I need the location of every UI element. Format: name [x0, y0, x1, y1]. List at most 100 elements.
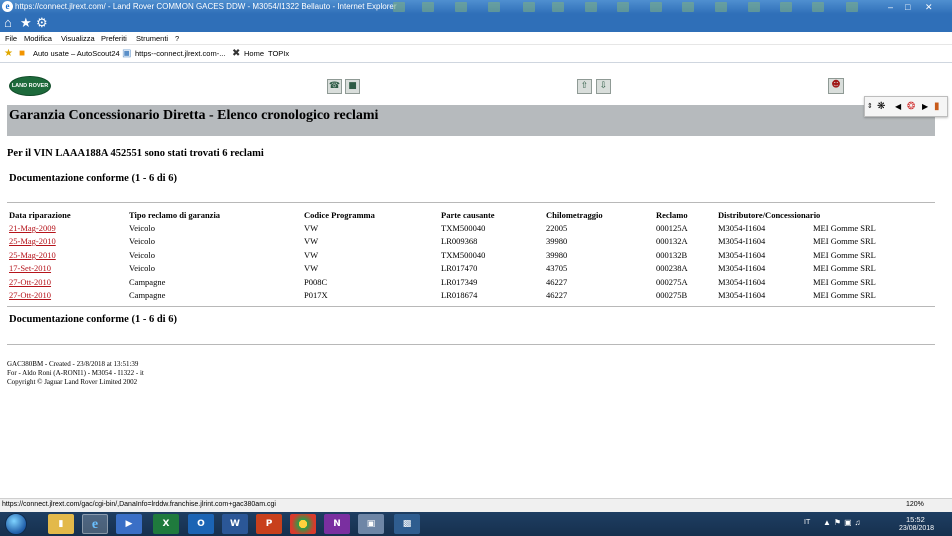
network-app-icon[interactable]: ▩ [394, 514, 420, 534]
mileage: 46227 [546, 290, 568, 300]
causal-part: LR017470 [441, 263, 478, 273]
media-player-icon[interactable]: ▶ [116, 514, 142, 534]
system-tray-icons[interactable]: ▲⚑▣♫ [823, 518, 864, 527]
tab-ghost-icon [715, 2, 727, 12]
causal-part: TXM500040 [441, 250, 486, 260]
excel-icon[interactable]: X [153, 514, 179, 534]
close-icon[interactable]: ✕ [925, 2, 933, 12]
causal-part: LR017349 [441, 277, 478, 287]
favorite-home[interactable]: Home [244, 49, 264, 58]
expand-icon[interactable]: ⇕ [867, 100, 873, 113]
favorites-star-icon[interactable]: ★ [20, 15, 32, 31]
maximize-icon[interactable]: □ [905, 2, 910, 12]
autoscout-icon: ■ [19, 48, 26, 59]
claim-number: 000125A [656, 223, 688, 233]
vin-summary: Per il VIN LAAA188A 452551 sono stati tr… [7, 148, 264, 159]
building-icon[interactable]: ■ [345, 79, 360, 94]
tab-ghost-icon [682, 2, 694, 12]
dealer-name: MEI Gomme SRL [813, 263, 876, 273]
repair-date-link[interactable]: 27-Ott-2010 [9, 277, 51, 287]
mileage: 39980 [546, 250, 568, 260]
outlook-icon[interactable]: O [188, 514, 214, 534]
language-indicator[interactable]: IT [804, 519, 810, 526]
column-header-distributor: Distributore/Concessionario [718, 210, 821, 220]
dealer-name: MEI Gomme SRL [813, 290, 876, 300]
claim-type: Veicolo [129, 236, 155, 246]
zoom-level[interactable]: 120% [906, 501, 924, 508]
settings-gear-icon[interactable]: ⚙ [36, 15, 48, 31]
favorite-autoscout[interactable]: Auto usate – AutoScout24 [33, 49, 120, 58]
claim-number: 000238A [656, 263, 688, 273]
causal-part: LR018674 [441, 290, 478, 300]
minimize-icon[interactable]: – [888, 2, 893, 12]
repair-date-link[interactable]: 25-Mag-2010 [9, 236, 56, 246]
floating-toolbar: ⇕ ❋ ◀ ❂ ▶ ▮ [864, 96, 948, 117]
internet-explorer-taskbar-icon[interactable]: e [82, 514, 108, 534]
onenote-icon[interactable]: N [324, 514, 350, 534]
distributor-code: M3054-I1604 [718, 250, 766, 260]
window-icon[interactable]: ▣ [358, 514, 384, 534]
dealer-name: MEI Gomme SRL [813, 223, 876, 233]
menu-help[interactable]: ? [175, 34, 179, 43]
repair-date-link[interactable]: 17-Set-2010 [9, 263, 51, 273]
exit-door-icon[interactable]: ▮ [934, 100, 940, 113]
favorites-add-icon[interactable]: ★ [4, 48, 13, 59]
menu-strumenti[interactable]: Strumenti [136, 34, 168, 43]
menu-file[interactable]: File [5, 34, 17, 43]
column-header-km: Chilometraggio [546, 210, 603, 220]
start-button[interactable] [5, 513, 27, 535]
menu-visualizza[interactable]: Visualizza [61, 34, 95, 43]
favorite-topix[interactable]: TOPIx [268, 49, 289, 58]
documentation-footer: Documentazione conforme (1 - 6 di 6) [9, 314, 177, 325]
claim-type: Veicolo [129, 223, 155, 233]
home-favorite-icon: ✖ [232, 48, 241, 59]
column-header-date: Data riparazione [9, 210, 71, 220]
column-header-claim: Reclamo [656, 210, 688, 220]
divider [7, 306, 935, 307]
menu-preferiti[interactable]: Preferiti [101, 34, 127, 43]
mileage: 43705 [546, 263, 568, 273]
chrome-icon[interactable] [290, 514, 316, 534]
repair-date-link[interactable]: 27-Ott-2010 [9, 290, 51, 300]
clock-time[interactable]: 15:52 [906, 515, 925, 524]
tab-ghost-icon [846, 2, 858, 12]
causal-part: LR009368 [441, 236, 478, 246]
mileage: 46227 [546, 277, 568, 287]
lifebuoy-icon[interactable]: ❂ [907, 100, 915, 113]
powerpoint-icon[interactable]: P [256, 514, 282, 534]
program-code: VW [304, 263, 319, 273]
page-icon: ▣ [122, 48, 132, 59]
forward-arrow-icon[interactable]: ▶ [922, 100, 928, 113]
favorite-jlrext[interactable]: https--connect.jlrext.com-... [135, 49, 225, 58]
page-title: Garanzia Concessionario Diretta - Elenco… [9, 108, 379, 123]
claim-number: 000275B [656, 290, 688, 300]
program-code: VW [304, 250, 319, 260]
tab-ghost-icon [488, 2, 500, 12]
status-url: https://connect.jlrext.com/gac/cgi-bin/,… [2, 501, 276, 508]
file-explorer-icon[interactable]: ▮ [48, 514, 74, 534]
menu-modifica[interactable]: Modifica [24, 34, 52, 43]
bug-icon[interactable]: ❋ [877, 100, 885, 113]
clock-date[interactable]: 23/08/2018 [899, 525, 934, 532]
claim-type: Veicolo [129, 250, 155, 260]
upload-icon[interactable]: ⇧ [577, 79, 592, 94]
causal-part: TXM500040 [441, 223, 486, 233]
phone-icon[interactable]: ☎ [327, 79, 342, 94]
back-arrow-icon[interactable]: ◀ [895, 100, 901, 113]
users-icon[interactable]: ☻ [828, 78, 844, 94]
claim-number: 000132A [656, 236, 688, 246]
window-title-bar: e https://connect.jlrext.com/ - Land Rov… [0, 0, 952, 14]
repair-date-link[interactable]: 21-Mag-2009 [9, 223, 56, 233]
word-icon[interactable]: W [222, 514, 248, 534]
footer-created: GAC380BM - Created - 23/8/2018 at 13:51:… [7, 360, 139, 368]
footer-copyright: Copyright © Jaguar Land Rover Limited 20… [7, 378, 138, 386]
claim-number: 000132B [656, 250, 688, 260]
download-icon[interactable]: ⇩ [596, 79, 611, 94]
page-banner: Garanzia Concessionario Diretta - Elenco… [7, 105, 935, 136]
repair-date-link[interactable]: 25-Mag-2010 [9, 250, 56, 260]
column-header-part: Parte causante [441, 210, 495, 220]
program-code: VW [304, 236, 319, 246]
home-icon[interactable]: ⌂ [4, 15, 12, 31]
documentation-header: Documentazione conforme (1 - 6 di 6) [9, 173, 177, 184]
tab-ghost-icon [552, 2, 564, 12]
